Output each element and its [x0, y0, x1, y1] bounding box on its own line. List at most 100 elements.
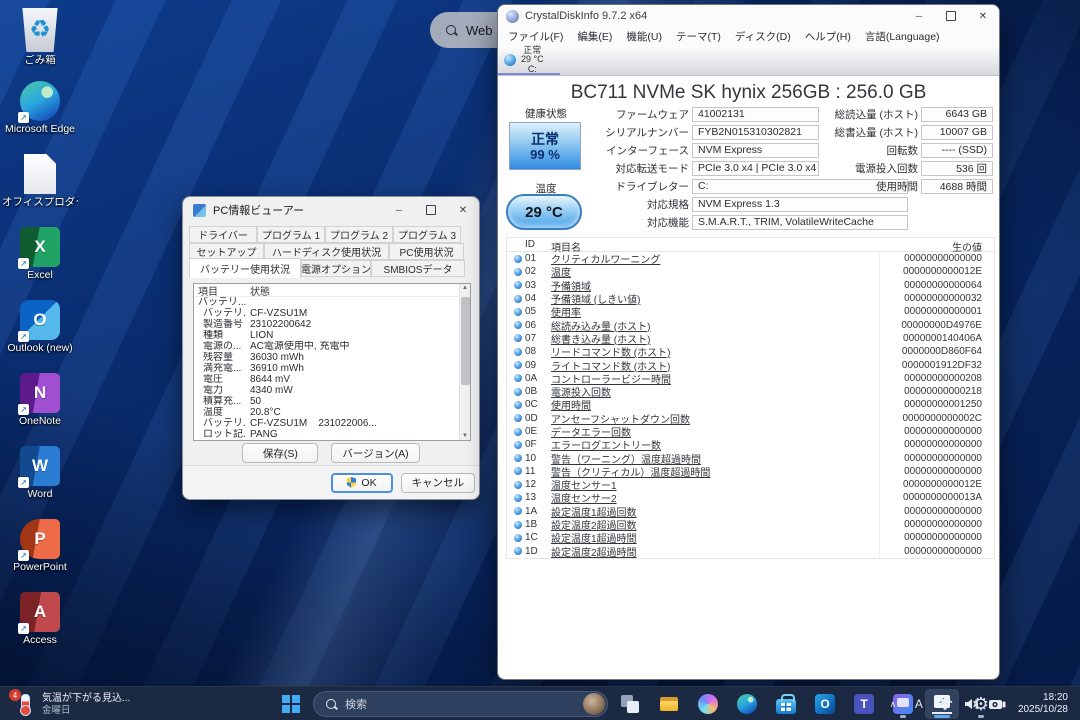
smart-row[interactable]: 0F エラーログエントリー数 00000000000000	[507, 438, 994, 451]
dialog-tab[interactable]: バッテリー使用状況	[189, 258, 301, 278]
smart-row[interactable]: 05 使用率 00000000000001	[507, 305, 994, 318]
close-button[interactable]	[967, 5, 999, 27]
smart-row[interactable]: 02 温度 0000000000012E	[507, 265, 994, 278]
list-item[interactable]: 種類 LION	[194, 330, 470, 341]
menu-item[interactable]: ディスク(D)	[728, 29, 798, 44]
menu-item[interactable]: テーマ(T)	[669, 29, 728, 44]
smart-row[interactable]: 06 総読み込み量 (ホスト) 00000000D4976E	[507, 318, 994, 331]
smart-row[interactable]: 1B 設定温度2超過回数 00000000000000	[507, 518, 994, 531]
list-item[interactable]: バッテリ... CF-VZSU1M 231022006...	[194, 418, 470, 429]
close-button[interactable]	[447, 197, 479, 223]
list-item[interactable]: バッテリ...	[194, 297, 470, 308]
list-item[interactable]: 残容量 36030 mWh	[194, 352, 470, 363]
status-dot-icon	[514, 547, 522, 555]
save-button[interactable]: 保存(S)	[242, 443, 318, 463]
scrollbar[interactable]	[459, 284, 470, 440]
volume-icon[interactable]	[960, 690, 982, 718]
smart-row[interactable]: 0D アンセーフシャットダウン回数 0000000000002C	[507, 412, 994, 425]
smart-row[interactable]: 0C 使用時間 00000000001250	[507, 398, 994, 411]
copilot-icon[interactable]	[691, 689, 725, 719]
scrollbar-thumb[interactable]	[461, 297, 470, 385]
dialog-tab[interactable]: プログラム 3	[393, 226, 461, 243]
task-view-button[interactable]	[613, 689, 647, 719]
dialog-tab[interactable]: プログラム 2	[325, 226, 393, 243]
smart-row[interactable]: 11 警告（クリティカル）温度超過時間 00000000000000	[507, 465, 994, 478]
menu-item[interactable]: 機能(U)	[619, 29, 669, 44]
file-explorer-icon[interactable]	[652, 689, 686, 719]
search-highlight-image[interactable]	[583, 693, 605, 715]
list-item[interactable]: 電源の... AC電源使用中, 充電中	[194, 341, 470, 352]
smart-row[interactable]: 1A 設定温度1超過回数 00000000000000	[507, 505, 994, 518]
cancel-button[interactable]: キャンセル	[401, 473, 476, 493]
smart-row[interactable]: 03 予備領域 00000000000064	[507, 279, 994, 292]
smart-row[interactable]: 1C 設定温度1超過時間 00000000000000	[507, 531, 994, 544]
list-item[interactable]: 製造番号 23102200642	[194, 319, 470, 330]
smart-row[interactable]: 07 総書き込み量 (ホスト) 0000000140406A	[507, 332, 994, 345]
minimize-button[interactable]	[903, 5, 935, 27]
version-button[interactable]: バージョン(A)	[331, 443, 419, 463]
smart-row[interactable]: 0A コントローラービジー時間 00000000000208	[507, 372, 994, 385]
menu-item[interactable]: 編集(E)	[570, 29, 619, 44]
teams-icon[interactable]	[847, 689, 881, 719]
smart-row[interactable]: 09 ライトコマンド数 (ホスト) 0000001912DF32	[507, 358, 994, 371]
smart-row[interactable]: 01 クリティカルワーニング 00000000000000	[507, 252, 994, 265]
desktop-icon[interactable]: P ↗ PowerPoint	[2, 517, 78, 590]
camera-icon[interactable]	[986, 690, 1008, 718]
smart-row[interactable]: 08 リードコマンド数 (ホスト) 0000000D860F64	[507, 345, 994, 358]
smart-row[interactable]: 0B 電源投入回数 00000000000218	[507, 385, 994, 398]
dialog-tab[interactable]: PC使用状況	[389, 243, 464, 260]
dialog-tab[interactable]: 電源オプション	[301, 260, 371, 277]
dialog-titlebar[interactable]: PC情報ビューアー	[183, 197, 479, 223]
desktop-icon[interactable]: X ↗ Excel	[2, 225, 78, 298]
smart-row[interactable]: 12 温度センサー1 0000000000012E	[507, 478, 994, 491]
list-item[interactable]: 温度 20.8°C	[194, 407, 470, 418]
taskbar-clock[interactable]: 18:20 2025/10/28	[1012, 692, 1074, 716]
desktop-icon[interactable]: O ↗ Outlook (new)	[2, 298, 78, 371]
maximize-button[interactable]	[415, 197, 447, 223]
temperature-value[interactable]: 29 °C	[506, 194, 582, 230]
edge-taskbar-icon[interactable]	[730, 689, 764, 719]
weather-widget[interactable]: 4 気温が下がる見込... 金曜日	[6, 689, 136, 719]
menu-item[interactable]: ファイル(F)	[501, 29, 570, 44]
list-item[interactable]: バッテリ... CF-VZSU1M	[194, 308, 470, 319]
health-status-label: 健康状態	[506, 106, 586, 121]
microsoft-store-icon[interactable]	[769, 689, 803, 719]
list-item[interactable]: 積算充... 50	[194, 396, 470, 407]
app-letter: X	[34, 237, 45, 257]
desktop-icon[interactable]: ↗ Microsoft Edge	[2, 79, 78, 152]
list-item[interactable]: ファー... 0011-0011-0001-0004	[194, 440, 470, 441]
taskbar-search-box[interactable]: 検索	[313, 691, 608, 717]
ok-button[interactable]: OK	[331, 473, 393, 493]
maximize-button[interactable]	[935, 5, 967, 27]
list-item[interactable]: 電力 4340 mW	[194, 385, 470, 396]
start-button[interactable]	[274, 689, 308, 719]
desktop-icon[interactable]: ↗ オフィスプロダクトキー	[2, 152, 78, 225]
menu-item[interactable]: 言語(Language)	[858, 29, 947, 44]
desktop-icon[interactable]: W ↗ Word	[2, 444, 78, 517]
smart-row[interactable]: 13 温度センサー2 0000000000013A	[507, 491, 994, 504]
tray-chevron-icon[interactable]: ∧	[882, 690, 904, 718]
smart-row[interactable]: 04 予備領域 (しきい値) 00000000000032	[507, 292, 994, 305]
battery-status-list[interactable]: 項目 状態 バッテリ... バッテリ... CF-VZSU1M	[193, 283, 471, 441]
health-status-box[interactable]: 正常 99 %	[509, 122, 581, 170]
smart-row[interactable]: 1D 設定温度2超過時間 00000000000000	[507, 545, 994, 558]
dialog-tab[interactable]: プログラム 1	[257, 226, 325, 243]
menu-item[interactable]: ヘルプ(H)	[798, 29, 858, 44]
desktop-icon[interactable]: A ↗ Access	[2, 590, 78, 663]
dialog-tab[interactable]: SMBIOSデータ	[371, 260, 465, 277]
wifi-icon[interactable]	[934, 690, 956, 718]
outlook-taskbar-icon[interactable]	[808, 689, 842, 719]
list-item[interactable]: 満充電... 36910 mWh	[194, 363, 470, 374]
list-item[interactable]: 電圧 8644 mV	[194, 374, 470, 385]
smart-row[interactable]: 0E データエラー回数 00000000000000	[507, 425, 994, 438]
smart-row[interactable]: 10 警告（ワーニング）温度超過時間 00000000000000	[507, 451, 994, 464]
minimize-button[interactable]	[383, 197, 415, 223]
desktop-icon[interactable]: N ↗ OneNote	[2, 371, 78, 444]
desktop-icon[interactable]: ↗ ごみ箱	[2, 6, 78, 79]
drive-tab-c[interactable]: 正常 29 °C C:	[498, 45, 560, 75]
app-letter: O	[33, 310, 46, 330]
dialog-tab[interactable]: ドライバー	[189, 226, 257, 243]
window-titlebar[interactable]: CrystalDiskInfo 9.7.2 x64	[498, 5, 999, 27]
ime-indicator[interactable]: A	[908, 690, 930, 718]
list-item[interactable]: ロット記... PANG	[194, 429, 470, 440]
